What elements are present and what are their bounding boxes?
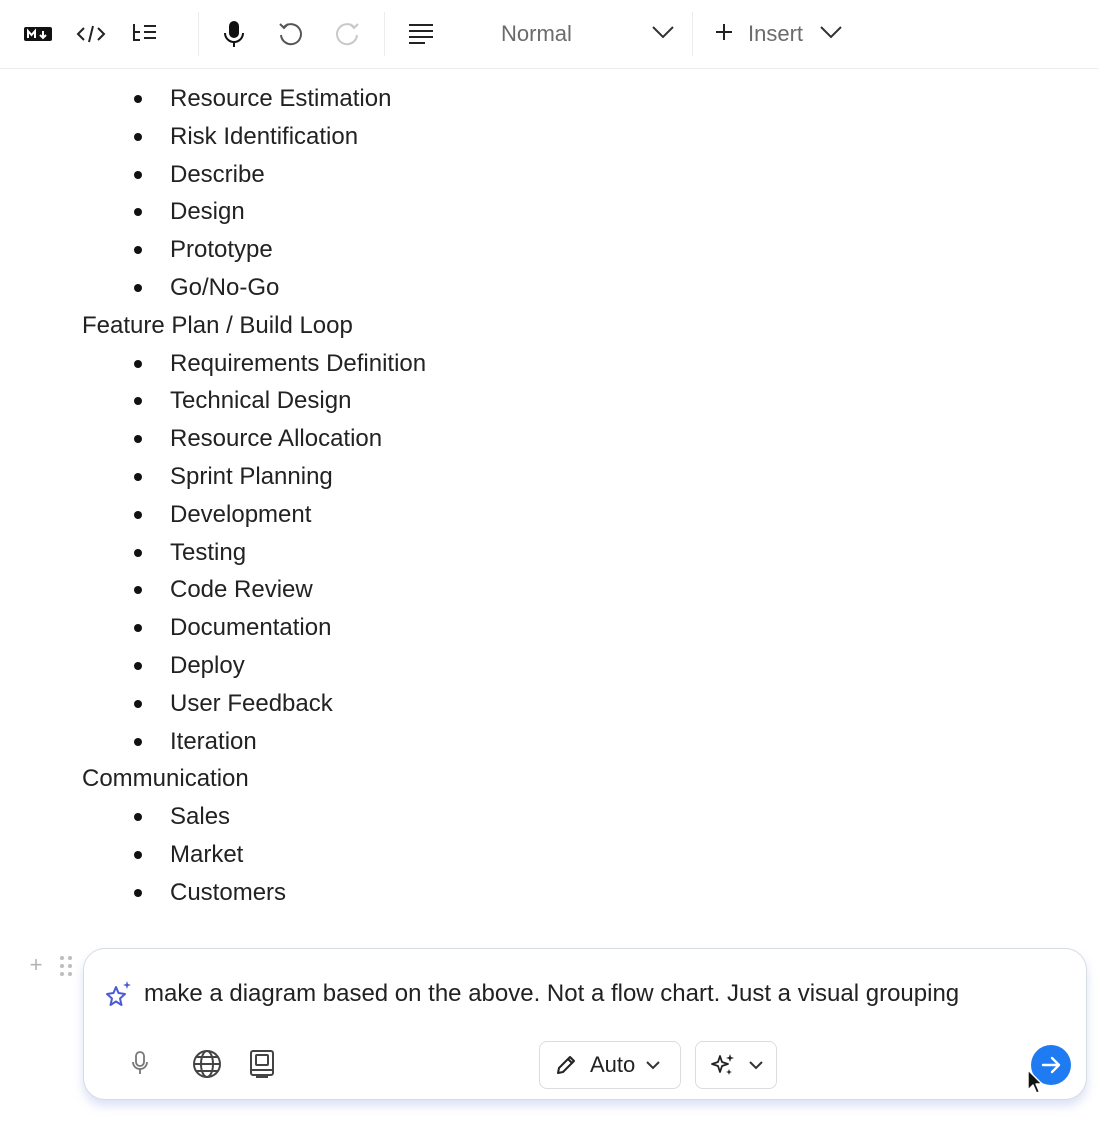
bullet-icon <box>134 246 142 255</box>
chevron-down-icon <box>645 1060 661 1070</box>
bullet-icon <box>134 699 142 708</box>
list-item: Describe <box>134 156 265 194</box>
list-item-text: Customers <box>170 878 287 906</box>
plus-icon <box>714 22 734 47</box>
list-item: Design <box>134 193 245 231</box>
bullet-icon <box>134 624 142 633</box>
bullet-icon <box>134 737 142 746</box>
magic-sparkle-icon <box>710 1052 736 1078</box>
bullet-icon <box>134 95 142 103</box>
insert-label: Insert <box>748 21 804 46</box>
mode-select[interactable]: Auto <box>539 1041 681 1089</box>
list-item: Iteration <box>134 723 257 761</box>
list-item-text: Market <box>170 841 244 868</box>
list-item: Sprint Planning <box>134 458 333 496</box>
list-item-text: Development <box>170 500 312 528</box>
list-item: Testing <box>134 534 247 572</box>
list-item-text: Code Review <box>170 576 313 604</box>
list-item: Prototype <box>134 231 273 269</box>
list-item: Risk Identification <box>134 118 359 156</box>
ai-options-select[interactable] <box>695 1041 777 1089</box>
list-item: Technical Design <box>134 382 352 420</box>
list-item-text: Risk Identification <box>170 122 359 150</box>
bullet-icon <box>134 435 142 444</box>
code-icon[interactable] <box>74 14 108 54</box>
bullet-icon <box>134 888 142 897</box>
list-item-text: Technical Design <box>170 387 352 415</box>
chevron-down-icon <box>651 25 675 44</box>
align-icon[interactable] <box>404 14 438 54</box>
list-item-text: Testing <box>170 538 247 566</box>
list-item: Deploy <box>134 647 245 685</box>
bullet-icon <box>134 284 142 292</box>
bullet-icon <box>134 851 142 859</box>
mode-label: Auto <box>590 1052 636 1077</box>
prompt-input[interactable]: make a diagram based on the above. Not a… <box>144 975 959 1013</box>
list-item-text: Prototype <box>170 236 273 264</box>
microphone-icon[interactable] <box>128 1049 152 1077</box>
ai-prompt-box: make a diagram based on the above. Not a… <box>83 948 1087 1100</box>
bullet-icon <box>134 397 142 406</box>
bullet-icon <box>134 548 142 557</box>
list-item: Sales <box>134 798 231 836</box>
insert-button[interactable]: Insert <box>714 14 843 54</box>
bullet-icon <box>134 132 142 141</box>
bullet-icon <box>134 813 142 822</box>
list-item-text: Describe <box>170 160 265 188</box>
section-heading: Feature Plan / Build Loop <box>82 311 353 339</box>
list-item: Code Review <box>134 571 313 609</box>
list-item-text: Iteration <box>170 727 257 755</box>
text-style-select[interactable]: Normal <box>480 14 680 54</box>
bullet-icon <box>134 359 142 368</box>
list-item: Resource Estimation <box>134 80 392 118</box>
list-item-text: Sprint Planning <box>170 463 333 490</box>
section-heading: Communication <box>82 765 249 793</box>
bullet-icon <box>134 510 142 519</box>
list-item: User Feedback <box>134 685 333 723</box>
text-style-label: Normal <box>501 21 572 46</box>
list-item-text: Documentation <box>170 614 332 642</box>
list-item: Resource Allocation <box>134 420 383 458</box>
list-item-text: Design <box>170 198 245 226</box>
mouse-cursor-icon <box>1026 1068 1044 1101</box>
add-block-icon[interactable]: + <box>26 954 46 976</box>
list-item: Customers <box>134 874 287 912</box>
drag-handle-icon[interactable] <box>58 954 74 978</box>
redo-icon[interactable] <box>332 14 364 54</box>
toolbar: Normal Insert <box>0 0 1098 69</box>
bullet-icon <box>134 473 142 481</box>
knowledge-icon[interactable] <box>248 1049 276 1079</box>
markdown-icon[interactable] <box>22 14 54 54</box>
bullet-icon <box>134 586 142 595</box>
list-item-text: Requirements Definition <box>170 349 427 377</box>
list-item-text: Resource Estimation <box>170 85 392 112</box>
list-item: Market <box>134 836 244 874</box>
list-item: Go/No-Go <box>134 269 280 307</box>
bullet-icon <box>134 208 142 217</box>
undo-icon[interactable] <box>274 14 306 54</box>
bullet-icon <box>134 170 142 179</box>
list-item-text: Resource Allocation <box>170 425 383 453</box>
list-item-text: Deploy <box>170 652 245 679</box>
pencil-icon <box>554 1053 578 1077</box>
list-item-text: Go/No-Go <box>170 274 280 301</box>
bullet-icon <box>134 662 142 670</box>
list-item: Requirements Definition <box>134 345 427 383</box>
sparkle-icon <box>102 979 134 1016</box>
list-item-text: User Feedback <box>170 689 333 717</box>
chevron-down-icon <box>748 1060 764 1070</box>
list-item: Development <box>134 496 312 534</box>
list-item-text: Sales <box>170 803 231 831</box>
globe-icon[interactable] <box>192 1049 222 1079</box>
list-item: Documentation <box>134 609 332 647</box>
microphone-icon[interactable] <box>220 14 248 54</box>
chevron-down-icon <box>819 25 843 44</box>
outline-icon[interactable] <box>128 14 160 54</box>
editor-page: Normal Insert Resource Estimation Risk Id… <box>0 0 1098 1134</box>
